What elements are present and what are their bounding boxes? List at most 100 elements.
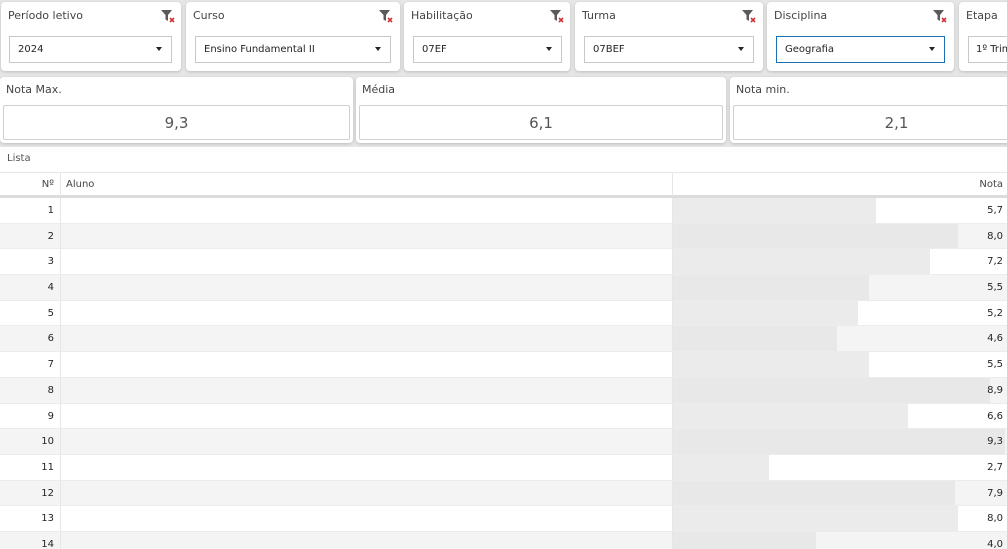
- clear-filter-icon[interactable]: [741, 8, 757, 24]
- row-number: 13: [41, 513, 54, 525]
- row-number: 3: [47, 256, 54, 268]
- filter-title: Disciplina: [774, 9, 828, 22]
- chevron-down-icon: [375, 47, 381, 51]
- table-row[interactable]: 14 4,0: [0, 531, 1007, 549]
- kpi-card-nota-max: Nota Max. 9,3: [0, 77, 353, 143]
- row-number: 4: [47, 282, 54, 294]
- row-number: 2: [47, 230, 54, 242]
- row-number: 10: [41, 436, 54, 448]
- clear-filter-icon[interactable]: [549, 8, 565, 24]
- nota-value: 5,2: [987, 307, 1003, 319]
- table-row[interactable]: 5 5,2: [0, 300, 1007, 327]
- row-aluno: [60, 377, 672, 403]
- filter-title: Turma: [582, 9, 616, 22]
- nota-bar: [673, 352, 870, 377]
- etapa-dropdown[interactable]: 1º Trim: [968, 36, 1007, 63]
- filter-card-curso: Curso Ensino Fundamental II: [186, 2, 400, 71]
- nota-value: 5,5: [987, 282, 1003, 294]
- kpi-title: Média: [362, 83, 396, 96]
- kpi-title: Nota Max.: [6, 83, 62, 96]
- curso-dropdown[interactable]: Ensino Fundamental II: [195, 36, 391, 63]
- table-row[interactable]: 12 7,9: [0, 480, 1007, 507]
- table-row[interactable]: 10 9,3: [0, 429, 1007, 455]
- table-row[interactable]: 8 8,9: [0, 377, 1007, 404]
- row-aluno: [60, 352, 672, 377]
- row-nota: 4,0: [672, 531, 1007, 549]
- chevron-down-icon: [156, 47, 162, 51]
- row-aluno: [60, 480, 672, 506]
- filter-card-habilitacao: Habilitação 07EF: [404, 2, 570, 71]
- header-n[interactable]: Nº: [0, 173, 60, 196]
- row-aluno: [60, 506, 672, 531]
- kpi-card-nota-min: Nota min. 2,1: [730, 77, 1007, 143]
- chevron-down-icon: [738, 47, 744, 51]
- row-aluno: [60, 223, 672, 249]
- turma-dropdown[interactable]: 07BEF: [584, 36, 754, 63]
- clear-filter-icon[interactable]: [378, 8, 394, 24]
- row-nota: 7,2: [672, 249, 1007, 275]
- habilitacao-dropdown[interactable]: 07EF: [413, 36, 562, 63]
- dropdown-value: 07EF: [422, 44, 447, 55]
- row-number: 12: [41, 487, 54, 499]
- periodo-dropdown[interactable]: 2024: [9, 36, 172, 63]
- nota-bar: [673, 377, 991, 403]
- nota-bar: [673, 198, 877, 223]
- row-aluno: [60, 249, 672, 275]
- nota-bar: [673, 300, 859, 326]
- table-row[interactable]: 3 7,2: [0, 249, 1007, 276]
- row-nota: 6,6: [672, 403, 1007, 429]
- table-row[interactable]: 13 8,0: [0, 506, 1007, 532]
- nota-bar: [673, 429, 1005, 454]
- row-number: 7: [47, 359, 54, 371]
- nota-value: 7,9: [987, 487, 1003, 499]
- table-row[interactable]: 7 5,5: [0, 352, 1007, 378]
- table-row[interactable]: 2 8,0: [0, 223, 1007, 250]
- header-aluno[interactable]: Aluno: [60, 173, 672, 196]
- kpi-card-media: Média 6,1: [356, 77, 726, 143]
- nota-bar: [673, 249, 930, 275]
- table-row[interactable]: 6 4,6: [0, 326, 1007, 353]
- row-nota: 5,5: [672, 275, 1007, 300]
- row-nota: 5,5: [672, 352, 1007, 377]
- nota-value: 8,0: [987, 513, 1003, 525]
- nota-bar: [673, 506, 959, 531]
- row-nota: 2,7: [672, 454, 1007, 480]
- table-row[interactable]: 4 5,5: [0, 275, 1007, 301]
- row-nota: 8,0: [672, 223, 1007, 249]
- row-aluno: [60, 275, 672, 300]
- header-nota[interactable]: Nota: [672, 173, 1007, 196]
- row-nota: 5,7: [672, 198, 1007, 223]
- nota-value: 8,0: [987, 230, 1003, 242]
- list-title: Lista: [7, 153, 31, 164]
- chevron-down-icon: [546, 47, 552, 51]
- row-number: 11: [41, 461, 54, 473]
- kpi-value: 2,1: [733, 105, 1007, 140]
- row-aluno: [60, 531, 672, 549]
- row-number: 5: [47, 307, 54, 319]
- row-number: 8: [47, 384, 54, 396]
- row-number: 1: [47, 205, 54, 216]
- filter-title: Curso: [193, 9, 225, 22]
- row-aluno: [60, 403, 672, 429]
- filter-title: Etapa: [966, 9, 998, 22]
- nota-bar: [673, 275, 870, 300]
- nota-value: 6,6: [987, 410, 1003, 422]
- chevron-down-icon: [929, 47, 935, 51]
- clear-filter-icon[interactable]: [160, 8, 176, 24]
- table-row[interactable]: 11 2,7: [0, 454, 1007, 481]
- filter-card-periodo: Período letivo 2024: [1, 2, 181, 71]
- filter-title: Habilitação: [411, 9, 473, 22]
- dropdown-value: 1º Trim: [976, 44, 1007, 55]
- table-row[interactable]: 9 6,6: [0, 403, 1007, 430]
- disciplina-dropdown[interactable]: Geografia: [776, 36, 945, 63]
- dropdown-value: Ensino Fundamental II: [204, 44, 315, 55]
- table-row[interactable]: 1 5,7: [0, 198, 1007, 224]
- row-nota: 7,9: [672, 480, 1007, 506]
- nota-bar: [673, 403, 909, 429]
- row-nota: 9,3: [672, 429, 1007, 454]
- nota-value: 8,9: [987, 384, 1003, 396]
- row-nota: 8,9: [672, 377, 1007, 403]
- filter-card-etapa: Etapa 1º Trim: [959, 2, 1007, 71]
- clear-filter-icon[interactable]: [932, 8, 948, 24]
- filter-title: Período letivo: [8, 9, 83, 22]
